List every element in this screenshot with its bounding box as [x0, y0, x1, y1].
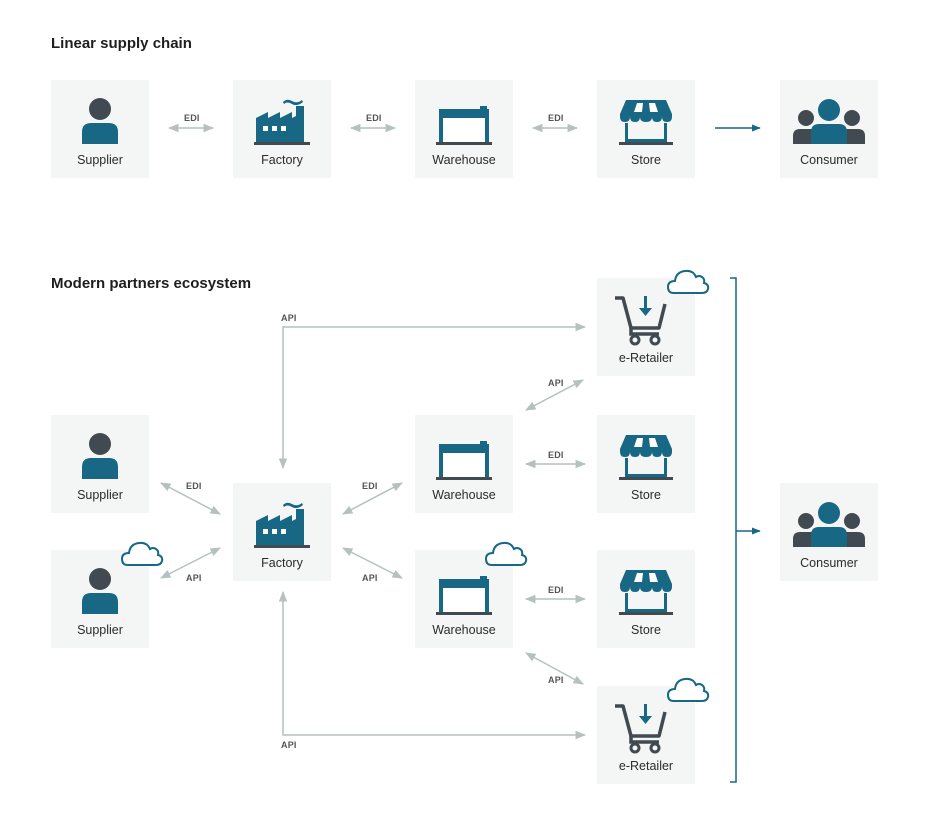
warehouse-icon	[434, 431, 494, 481]
modern-node-consumer: Consumer	[780, 483, 878, 581]
cloud-icon	[120, 538, 164, 568]
modern-node-store-bottom: Store	[597, 550, 695, 648]
edge-label: EDI	[362, 481, 378, 491]
node-label: Supplier	[77, 153, 123, 167]
edge-label: EDI	[548, 450, 564, 460]
edge-label: EDI	[548, 585, 564, 595]
person-icon	[75, 431, 125, 481]
modern-node-warehouse-edi: Warehouse	[415, 415, 513, 513]
node-label: Store	[631, 153, 661, 167]
store-icon	[616, 566, 676, 616]
factory-icon	[252, 499, 312, 549]
edge-label: API	[186, 573, 202, 583]
edge-label: EDI	[184, 113, 200, 123]
node-label: e-Retailer	[618, 759, 674, 773]
modern-node-store-top: Store	[597, 415, 695, 513]
edge-label: API	[548, 378, 564, 388]
person-icon	[75, 96, 125, 146]
cloud-icon	[666, 266, 710, 296]
node-label: Warehouse	[432, 153, 496, 167]
node-label: Warehouse	[432, 623, 496, 637]
linear-node-factory: Factory	[233, 80, 331, 178]
edge-label: API	[362, 573, 378, 583]
linear-node-supplier: Supplier	[51, 80, 149, 178]
warehouse-icon	[434, 566, 494, 616]
node-label: Factory	[261, 556, 303, 570]
modern-node-supplier-edi: Supplier	[51, 415, 149, 513]
edge-label: EDI	[366, 113, 382, 123]
linear-node-consumer: Consumer	[780, 80, 878, 178]
node-label: Consumer	[800, 153, 858, 167]
edge-label: EDI	[548, 113, 564, 123]
node-label: e-Retailer	[618, 351, 674, 365]
group-icon	[791, 499, 867, 549]
node-label: Supplier	[77, 623, 123, 637]
linear-node-store: Store	[597, 80, 695, 178]
factory-icon	[252, 96, 312, 146]
linear-node-warehouse: Warehouse	[415, 80, 513, 178]
person-icon	[75, 566, 125, 616]
node-label: Store	[631, 623, 661, 637]
channels-bracket	[730, 277, 737, 783]
edge-label: API	[281, 740, 297, 750]
store-icon	[616, 431, 676, 481]
node-label: Factory	[261, 153, 303, 167]
warehouse-icon	[434, 96, 494, 146]
modern-section-title: Modern partners ecosystem	[51, 275, 252, 292]
cart-icon	[611, 700, 671, 754]
modern-node-factory: Factory	[233, 483, 331, 581]
store-icon	[616, 96, 676, 146]
edge-label: EDI	[186, 481, 202, 491]
cloud-icon	[484, 538, 528, 568]
linear-section-title: Linear supply chain	[51, 35, 192, 52]
node-label: Warehouse	[432, 488, 496, 502]
cart-icon	[611, 292, 671, 346]
node-label: Consumer	[800, 556, 858, 570]
edge-label: API	[281, 313, 297, 323]
group-icon	[791, 96, 867, 146]
node-label: Supplier	[77, 488, 123, 502]
node-label: Store	[631, 488, 661, 502]
cloud-icon	[666, 674, 710, 704]
edge-label: API	[548, 675, 564, 685]
